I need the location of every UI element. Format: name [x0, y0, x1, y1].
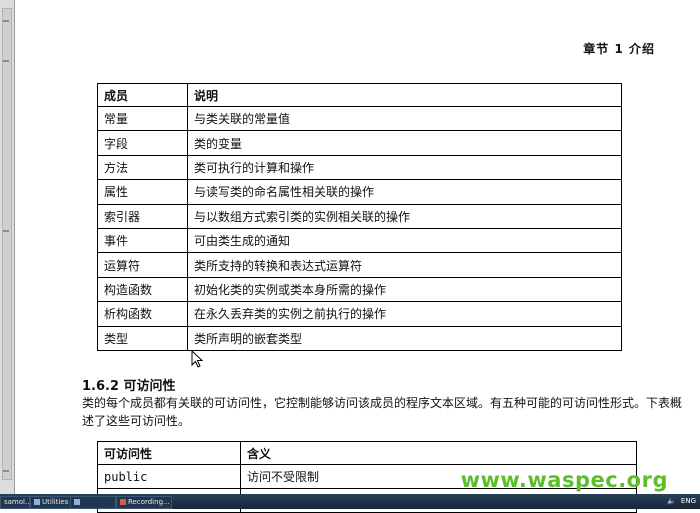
- scroll-tick: [3, 60, 9, 62]
- taskbar-item-label: samol...: [4, 498, 30, 506]
- member-description: 类所支持的转换和表达式运算符: [187, 252, 622, 278]
- member-name: 事件: [97, 227, 188, 254]
- member-description: 在永久丢弃类的实例之前执行的操作: [187, 301, 622, 327]
- taskbar-item-label: Utilities: [42, 498, 69, 506]
- taskbar: samol... Utilities Recording... 🔈 ENG: [0, 494, 700, 509]
- language-indicator[interactable]: ENG: [681, 497, 696, 505]
- member-description: 与读写类的命名属性相关联的操作: [187, 179, 622, 205]
- member-description: 类所声明的嵌套类型: [187, 325, 622, 351]
- table-row: 索引器 与以数组方式索引类的实例相关联的操作: [97, 203, 622, 229]
- site-watermark: www.waspec.org: [460, 468, 668, 492]
- member-name: 索引器: [97, 203, 188, 229]
- chapter-header: 章节 1 介绍: [583, 42, 655, 56]
- column-header: 可访问性: [97, 441, 241, 465]
- system-tray: 🔈 ENG: [662, 496, 696, 507]
- column-header: 成员: [97, 83, 188, 107]
- member-description: 可由类生成的通知: [187, 227, 622, 254]
- member-name: 析构函数: [97, 301, 188, 327]
- table-row: 属性 与读写类的命名属性相关联的操作: [97, 179, 622, 205]
- table-header-row: 成员 说明: [97, 83, 622, 107]
- member-name: 运算符: [97, 252, 188, 278]
- folder-icon: [34, 499, 40, 505]
- member-name: 类型: [97, 325, 188, 351]
- member-description: 初始化类的实例或类本身所需的操作: [187, 276, 622, 303]
- taskbar-item[interactable]: samol...: [0, 496, 30, 509]
- document-page: 章节 1 介绍 成员 说明 常量 与类关联的常量值 字段 类的变量 方法 类可执行的计…: [15, 0, 700, 513]
- member-description: 类可执行的计算和操作: [187, 154, 622, 181]
- taskbar-item-label: Recording...: [128, 498, 170, 506]
- member-name: 方法: [97, 154, 188, 181]
- taskbar-item[interactable]: [70, 496, 116, 509]
- members-table: 成员 说明 常量 与类关联的常量值 字段 类的变量 方法 类可执行的计算和操作 属性与…: [97, 83, 622, 351]
- section-paragraph: 类的每个成员都有关联的可访问性，它控制能够访问该成员的程序文本区域。有五种可能的…: [82, 396, 683, 428]
- table-header-row: 可访问性 含义: [97, 441, 637, 465]
- table-row: 析构函数 在永久丢弃类的实例之前执行的操作: [97, 301, 622, 327]
- table-row: 方法 类可执行的计算和操作: [97, 154, 622, 181]
- member-name: 字段: [97, 130, 188, 156]
- taskbar-item[interactable]: Recording...: [116, 496, 172, 509]
- member-name: 属性: [97, 179, 188, 205]
- member-name: 常量: [97, 105, 188, 132]
- member-description: 与以数组方式索引类的实例相关联的操作: [187, 203, 622, 229]
- table-row: 常量 与类关联的常量值: [97, 105, 622, 132]
- column-header: 含义: [240, 441, 637, 465]
- member-description: 与类关联的常量值: [187, 105, 622, 132]
- column-header: 说明: [187, 83, 622, 107]
- member-description: 类的变量: [187, 130, 622, 156]
- speaker-icon[interactable]: 🔈: [667, 497, 676, 505]
- table-row: 字段 类的变量: [97, 130, 622, 156]
- access-modifier: public: [97, 464, 241, 489]
- scroll-tick: [3, 20, 9, 22]
- taskbar-item[interactable]: Utilities: [30, 496, 72, 509]
- table-row: 类型 类所声明的嵌套类型: [97, 325, 622, 351]
- viewer-side-scrollbar[interactable]: [0, 0, 15, 494]
- app-icon: [74, 499, 80, 505]
- table-row: 运算符 类所支持的转换和表达式运算符: [97, 252, 622, 278]
- table-row: 事件 可由类生成的通知: [97, 227, 622, 254]
- scroll-tick: [3, 470, 9, 472]
- member-name: 构造函数: [97, 276, 188, 303]
- section-title: 1.6.2 可访问性: [82, 379, 176, 394]
- scroll-tick: [3, 230, 9, 232]
- scrollbar-thumb[interactable]: [2, 8, 12, 480]
- table-row: 构造函数 初始化类的实例或类本身所需的操作: [97, 276, 622, 303]
- record-icon: [120, 499, 126, 505]
